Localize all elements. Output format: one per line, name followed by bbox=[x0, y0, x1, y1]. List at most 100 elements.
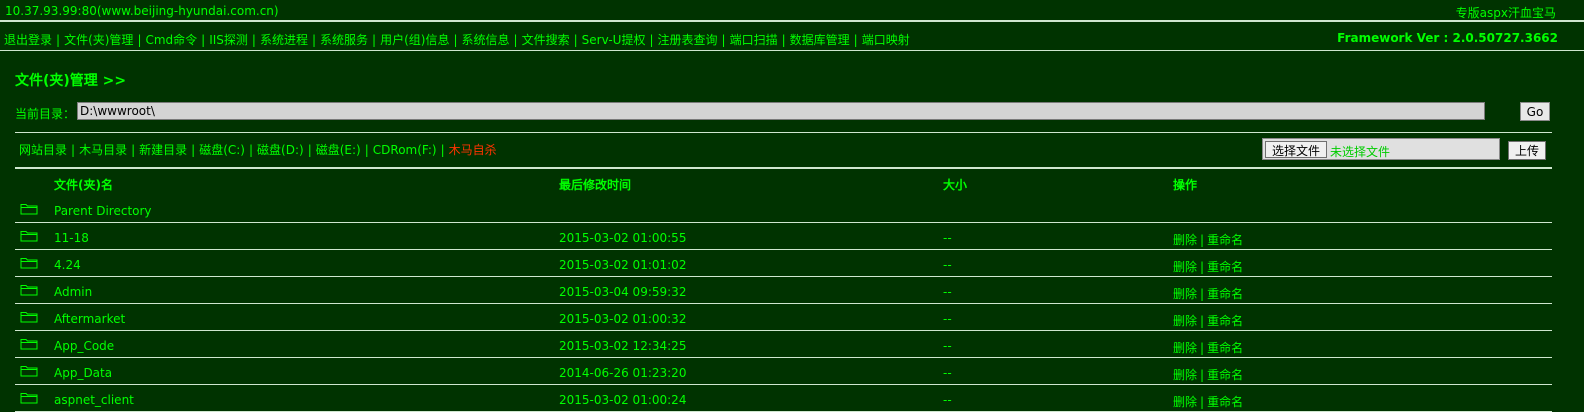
file-size: -- bbox=[943, 393, 952, 407]
self-destruct-link[interactable]: 木马自杀 bbox=[449, 143, 497, 157]
folder-name-link[interactable]: Aftermarket bbox=[54, 312, 125, 326]
link-separator: | bbox=[248, 143, 254, 157]
divider bbox=[15, 167, 1552, 169]
file-size: -- bbox=[943, 339, 952, 353]
quick-link[interactable]: 磁盘(D:) bbox=[257, 143, 304, 157]
delete-link[interactable]: 删除 bbox=[1173, 287, 1197, 301]
rename-link[interactable]: 重命名 bbox=[1207, 341, 1243, 355]
action-separator: | bbox=[1200, 341, 1205, 355]
modified-time: 2015-03-02 01:00:32 bbox=[559, 312, 687, 326]
quick-link[interactable]: 磁盘(E:) bbox=[316, 143, 361, 157]
modified-time: 2015-03-02 01:01:02 bbox=[559, 258, 687, 272]
rename-link[interactable]: 重命名 bbox=[1207, 314, 1243, 328]
row-actions: 删除 | 重命名 bbox=[1173, 339, 1243, 356]
header-ops: 操作 bbox=[1173, 178, 1198, 192]
nav-item[interactable]: 系统信息 bbox=[462, 33, 510, 47]
rename-link[interactable]: 重命名 bbox=[1207, 287, 1243, 301]
nav-item[interactable]: 用户(组)信息 bbox=[380, 33, 449, 47]
nav-item[interactable]: 系统服务 bbox=[320, 33, 368, 47]
rename-link[interactable]: 重命名 bbox=[1207, 260, 1243, 274]
nav-separator: | bbox=[201, 33, 206, 47]
nav-separator: | bbox=[853, 33, 858, 47]
link-separator: | bbox=[364, 143, 369, 157]
modified-time: 2014-06-26 01:23:20 bbox=[559, 366, 687, 380]
modified-time: 2015-03-02 12:34:25 bbox=[559, 339, 687, 353]
nav-item[interactable]: 退出登录 bbox=[4, 33, 52, 47]
quick-link[interactable]: 新建目录 bbox=[139, 143, 187, 157]
action-separator: | bbox=[1200, 233, 1205, 247]
folder-name-link[interactable]: App_Code bbox=[54, 339, 114, 353]
current-dir-input[interactable] bbox=[77, 102, 1485, 120]
current-dir-label: 当前目录： bbox=[15, 107, 76, 121]
top-bar: 10.37.93.99:80(www.beijing-hyundai.com.c… bbox=[0, 0, 1584, 22]
quick-link[interactable]: CDRom(F:) bbox=[373, 143, 437, 157]
delete-link[interactable]: 删除 bbox=[1173, 395, 1197, 409]
delete-link[interactable]: 删除 bbox=[1173, 341, 1197, 355]
upload-button[interactable]: 上传 bbox=[1508, 141, 1546, 160]
delete-link[interactable]: 删除 bbox=[1173, 314, 1197, 328]
nav-item[interactable]: Cmd命令 bbox=[145, 33, 197, 47]
parent-directory-link[interactable]: Parent Directory bbox=[54, 204, 152, 218]
delete-link[interactable]: 删除 bbox=[1173, 233, 1197, 247]
nav-items: 退出登录 | 文件(夹)管理 | Cmd命令 | IIS探测 | 系统进程 | 系统服务 | 用户(组)… bbox=[4, 31, 910, 48]
nav-item[interactable]: 端口映射 bbox=[862, 33, 910, 47]
header-name: 文件(夹)名 bbox=[54, 178, 113, 192]
nav-separator: | bbox=[372, 33, 377, 47]
folder-name-link[interactable]: aspnet_client bbox=[54, 393, 134, 407]
nav-item[interactable]: 端口扫描 bbox=[730, 33, 778, 47]
nav-item[interactable]: IIS探测 bbox=[209, 33, 248, 47]
nav-separator: | bbox=[137, 33, 142, 47]
go-button[interactable]: Go bbox=[1520, 102, 1550, 121]
header-modified: 最后修改时间 bbox=[559, 178, 632, 192]
nav-item[interactable]: 数据库管理 bbox=[790, 33, 850, 47]
table-row: App_Code 2015-03-02 12:34:25 -- 删除 | 重命名 bbox=[15, 331, 1552, 358]
nav-separator: | bbox=[513, 33, 518, 47]
table-row: 4.24 2015-03-02 01:01:02 -- 删除 | 重命名 bbox=[15, 250, 1552, 277]
folder-icon bbox=[20, 256, 38, 272]
row-actions: 删除 | 重命名 bbox=[1173, 258, 1243, 275]
nav-item[interactable]: 注册表查询 bbox=[658, 33, 718, 47]
row-actions: 删除 | 重命名 bbox=[1173, 231, 1243, 248]
action-separator: | bbox=[1200, 314, 1205, 328]
nav-separator: | bbox=[453, 33, 458, 47]
modified-time: 2015-03-02 01:00:55 bbox=[559, 231, 687, 245]
folder-icon bbox=[20, 283, 38, 299]
folder-name-link[interactable]: App_Data bbox=[54, 366, 112, 380]
folder-icon bbox=[20, 202, 38, 218]
table-row: 11-18 2015-03-02 01:00:55 -- 删除 | 重命名 bbox=[15, 223, 1552, 250]
folder-name-link[interactable]: 4.24 bbox=[54, 258, 81, 272]
folder-icon bbox=[20, 229, 38, 245]
nav-item[interactable]: 文件(夹)管理 bbox=[64, 33, 133, 47]
quick-link[interactable]: 磁盘(C:) bbox=[199, 143, 245, 157]
rename-link[interactable]: 重命名 bbox=[1207, 233, 1243, 247]
main-nav: 退出登录 | 文件(夹)管理 | Cmd命令 | IIS探测 | 系统进程 | 系统服务 | 用户(组)… bbox=[0, 27, 1584, 51]
rename-link[interactable]: 重命名 bbox=[1207, 368, 1243, 382]
modified-time: 2015-03-02 01:00:24 bbox=[559, 393, 687, 407]
file-size: -- bbox=[943, 285, 952, 299]
action-separator: | bbox=[1200, 287, 1205, 301]
nav-item[interactable]: 系统进程 bbox=[260, 33, 308, 47]
delete-link[interactable]: 删除 bbox=[1173, 260, 1197, 274]
folder-name-link[interactable]: 11-18 bbox=[54, 231, 89, 245]
nav-separator: | bbox=[251, 33, 256, 47]
host-address: 10.37.93.99:80(www.beijing-hyundai.com.c… bbox=[5, 4, 279, 18]
file-picker[interactable]: 选择文件 未选择文件 bbox=[1262, 138, 1500, 160]
nav-item[interactable]: Serv-U提权 bbox=[582, 33, 646, 47]
folder-name-link[interactable]: Admin bbox=[54, 285, 92, 299]
folder-icon bbox=[20, 391, 38, 407]
link-separator: | bbox=[191, 143, 196, 157]
link-separator: | bbox=[71, 143, 76, 157]
table-row: Aftermarket 2015-03-02 01:00:32 -- 删除 | 重命名 bbox=[15, 304, 1552, 331]
delete-link[interactable]: 删除 bbox=[1173, 368, 1197, 382]
row-actions: 删除 | 重命名 bbox=[1173, 393, 1243, 410]
action-separator: | bbox=[1200, 368, 1205, 382]
choose-file-button[interactable]: 选择文件 bbox=[1265, 141, 1327, 158]
file-size: -- bbox=[943, 231, 952, 245]
nav-item[interactable]: 文件搜索 bbox=[522, 33, 570, 47]
rename-link[interactable]: 重命名 bbox=[1207, 395, 1243, 409]
framework-version: Framework Ver : 2.0.50727.3662 bbox=[1337, 31, 1558, 45]
quick-link[interactable]: 木马目录 bbox=[79, 143, 127, 157]
quick-link[interactable]: 网站目录 bbox=[19, 143, 67, 157]
table-row: aspnet_client 2015-03-02 01:00:24 -- 删除 | 重命名 bbox=[15, 385, 1552, 412]
no-file-label: 未选择文件 bbox=[1330, 145, 1391, 159]
